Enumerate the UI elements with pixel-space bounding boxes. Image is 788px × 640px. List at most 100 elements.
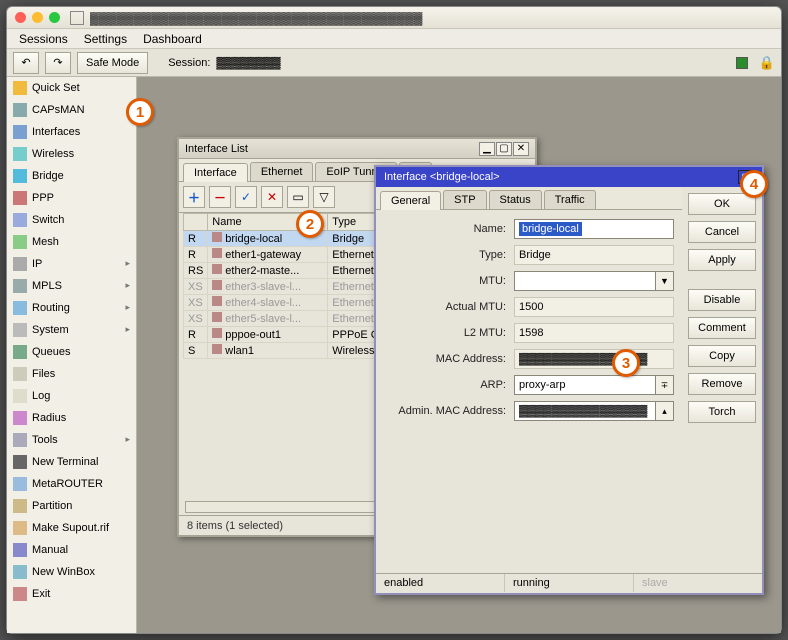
sidebar-item-routing[interactable]: Routing▸ (7, 297, 136, 319)
sidebar-icon (13, 125, 27, 139)
sidebar-item-ip[interactable]: IP ▸ (7, 253, 136, 275)
enable-button[interactable]: ✓ (235, 186, 257, 208)
name-label: Name: (384, 223, 514, 235)
titlebar[interactable]: ▓▓▓▓▓▓▓▓▓▓▓▓▓▓▓▓▓▓▓▓▓▓▓▓▓▓▓▓▓▓▓▓▓▓▓▓▓▓ (7, 7, 781, 29)
remove-button[interactable]: Remove (688, 373, 756, 395)
sidebar-item-new-winbox[interactable]: New WinBox (7, 561, 136, 583)
sidebar-item-label: MPLS (32, 280, 62, 292)
sidebar-icon (13, 279, 27, 293)
l2-mtu-label: L2 MTU: (384, 327, 514, 339)
admin-mac-collapse-icon[interactable]: ▴ (656, 401, 674, 421)
sidebar-item-label: IP (32, 258, 42, 270)
tab-ethernet[interactable]: Ethernet (250, 162, 314, 181)
row-name: ether4-slave-l... (208, 295, 328, 311)
sidebar-item-manual[interactable]: Manual (7, 539, 136, 561)
mdi-area: Interface List ▁ ▢ ✕ Interface Ethernet … (137, 77, 781, 633)
sidebar-item-mesh[interactable]: Mesh (7, 231, 136, 253)
sidebar-item-new-terminal[interactable]: New Terminal (7, 451, 136, 473)
type-value: Bridge (514, 245, 674, 265)
row-flag: XS (184, 295, 208, 311)
lock-icon: 🔒 (759, 55, 775, 71)
sidebar-icon (13, 301, 27, 315)
sidebar-item-queues[interactable]: Queues (7, 341, 136, 363)
comment-button[interactable]: Comment (688, 317, 756, 339)
tab-general[interactable]: General (380, 191, 441, 210)
row-flag: R (184, 247, 208, 263)
disable-button[interactable]: ✕ (261, 186, 283, 208)
sidebar-item-label: New Terminal (32, 456, 98, 468)
zoom-window-icon[interactable] (49, 12, 60, 23)
sidebar-item-bridge[interactable]: Bridge (7, 165, 136, 187)
sidebar-icon (13, 103, 27, 117)
admin-mac-input[interactable]: ▓▓▓▓▓▓▓▓▓▓▓▓▓▓▓▓ (514, 401, 656, 421)
sidebar-icon (13, 235, 27, 249)
sidebar-item-make-supout-rif[interactable]: Make Supout.rif (7, 517, 136, 539)
redo-button[interactable]: ↷ (45, 52, 71, 74)
list-max-icon[interactable]: ▢ (496, 142, 512, 156)
sidebar-item-exit[interactable]: Exit (7, 583, 136, 605)
arp-label: ARP: (384, 379, 514, 391)
mtu-dropdown-icon[interactable]: ▼ (656, 271, 674, 291)
interface-type-icon (212, 328, 222, 338)
chevron-right-icon: ▸ (125, 302, 130, 313)
sidebar-item-radius[interactable]: Radius (7, 407, 136, 429)
sidebar-item-interfaces[interactable]: Interfaces (7, 121, 136, 143)
sidebar-item-label: Partition (32, 500, 72, 512)
menu-settings[interactable]: Settings (84, 32, 127, 46)
list-min-icon[interactable]: ▁ (479, 142, 495, 156)
sidebar-item-ppp[interactable]: PPP (7, 187, 136, 209)
remove-button[interactable]: － (209, 186, 231, 208)
tab-status[interactable]: Status (489, 190, 542, 209)
sidebar-item-quick-set[interactable]: Quick Set (7, 77, 136, 99)
arp-select[interactable]: proxy-arp (514, 375, 656, 395)
sidebar-item-wireless[interactable]: Wireless (7, 143, 136, 165)
sidebar-icon (13, 169, 27, 183)
comment-button[interactable]: ▭ (287, 186, 309, 208)
sidebar-item-tools[interactable]: Tools▸ (7, 429, 136, 451)
sidebar-item-switch[interactable]: Switch (7, 209, 136, 231)
sidebar-item-metarouter[interactable]: MetaROUTER (7, 473, 136, 495)
sidebar-item-mpls[interactable]: MPLS▸ (7, 275, 136, 297)
torch-button[interactable]: Torch (688, 401, 756, 423)
interface-type-icon (212, 232, 222, 242)
row-flag: XS (184, 279, 208, 295)
col-flag[interactable] (184, 214, 208, 231)
interface-dialog: Interface <bridge-local> ▢ General STP S… (374, 165, 764, 595)
row-name: ether5-slave-l... (208, 311, 328, 327)
undo-button[interactable]: ↶ (13, 52, 39, 74)
session-label: Session: (168, 57, 210, 69)
sidebar-item-label: CAPsMAN (32, 104, 85, 116)
chevron-right-icon: ▸ (125, 258, 130, 269)
sidebar-item-capsman[interactable]: CAPsMAN (7, 99, 136, 121)
cancel-button[interactable]: Cancel (688, 221, 756, 243)
menu-sessions[interactable]: Sessions (19, 32, 68, 46)
sidebar-item-files[interactable]: Files (7, 363, 136, 385)
mtu-input[interactable] (514, 271, 656, 291)
apply-button[interactable]: Apply (688, 249, 756, 271)
annotation-badge-1: 1 (126, 98, 154, 126)
sidebar-item-label: Queues (32, 346, 71, 358)
sidebar-item-partition[interactable]: Partition (7, 495, 136, 517)
sidebar-item-system[interactable]: System▸ (7, 319, 136, 341)
filter-button[interactable]: ▽ (313, 186, 335, 208)
list-close-icon[interactable]: ✕ (513, 142, 529, 156)
tab-interface[interactable]: Interface (183, 163, 248, 182)
safe-mode-button[interactable]: Safe Mode (77, 52, 148, 74)
sidebar-item-log[interactable]: Log (7, 385, 136, 407)
add-button[interactable]: ＋ (183, 186, 205, 208)
interface-dialog-titlebar[interactable]: Interface <bridge-local> ▢ (376, 167, 762, 187)
minimize-window-icon[interactable] (32, 12, 43, 23)
ok-button[interactable]: OK (688, 193, 756, 215)
interface-list-titlebar[interactable]: Interface List ▁ ▢ ✕ (179, 139, 535, 159)
interface-type-icon (212, 280, 222, 290)
sidebar-icon (13, 345, 27, 359)
copy-button[interactable]: Copy (688, 345, 756, 367)
sidebar-item-label: Log (32, 390, 50, 402)
arp-dropdown-icon[interactable]: ∓ (656, 375, 674, 395)
close-window-icon[interactable] (15, 12, 26, 23)
menu-dashboard[interactable]: Dashboard (143, 32, 202, 46)
name-input[interactable]: bridge-local (514, 219, 674, 239)
tab-traffic[interactable]: Traffic (544, 190, 596, 209)
disable-button[interactable]: Disable (688, 289, 756, 311)
tab-stp[interactable]: STP (443, 190, 486, 209)
